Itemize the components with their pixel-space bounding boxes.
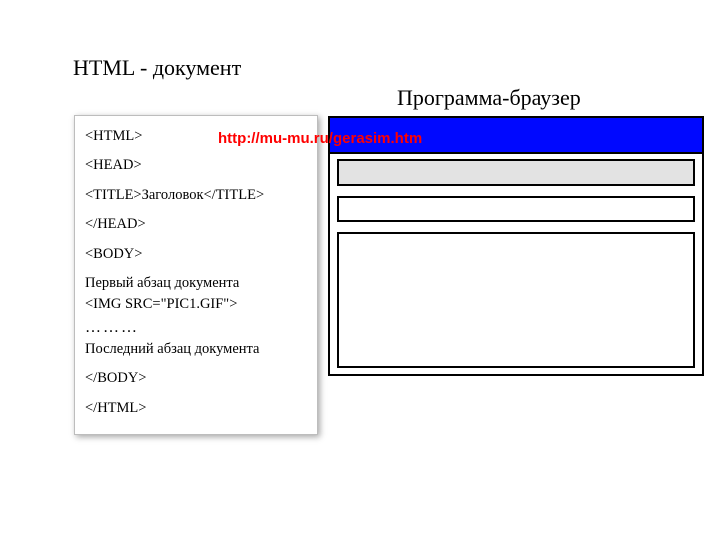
browser-address-bar[interactable] — [337, 159, 695, 186]
source-line: </HTML> — [85, 400, 307, 417]
browser-address-row — [330, 154, 702, 192]
browser-window — [328, 116, 704, 376]
source-line: <HEAD> — [85, 157, 307, 174]
source-line: Последний абзац документа — [85, 341, 307, 358]
source-line: Первый абзац документа — [85, 275, 307, 292]
source-line: <IMG SRC="PIC1.GIF"> — [85, 296, 307, 313]
browser-toolbar-field[interactable] — [337, 196, 695, 222]
url-label: URL: http://mu-mu.ru/gerasim.htm — [178, 130, 422, 147]
browser-content-area — [337, 232, 695, 368]
url-link: http://mu-mu.ru/gerasim.htm — [218, 130, 422, 147]
url-prefix: URL: — [178, 130, 218, 147]
html-document-title: HTML - документ — [73, 55, 241, 81]
browser-program-title: Программа-браузер — [397, 85, 581, 111]
source-line: </HEAD> — [85, 216, 307, 233]
source-line: <BODY> — [85, 246, 307, 263]
source-line: <TITLE>Заголовок</TITLE> — [85, 187, 307, 204]
source-line: </BODY> — [85, 370, 307, 387]
browser-toolbar-row — [330, 192, 702, 228]
source-ellipsis: ……… — [85, 318, 307, 337]
html-source-panel: <HTML> <HEAD> <TITLE>Заголовок</TITLE> <… — [74, 115, 318, 435]
